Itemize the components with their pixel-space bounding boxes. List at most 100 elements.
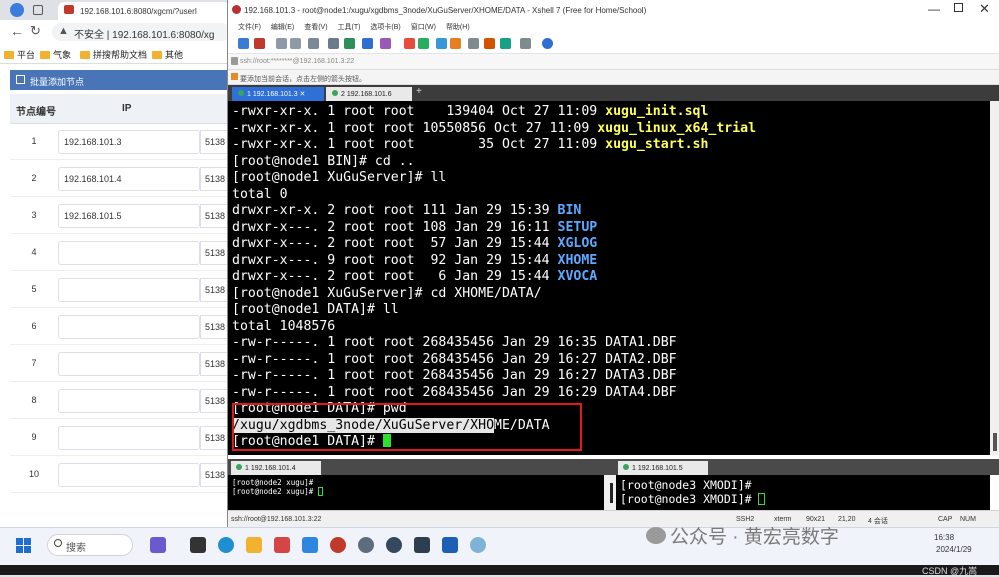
font-icon[interactable]	[380, 38, 391, 49]
port-input[interactable]: 5138	[200, 130, 230, 154]
terminal-icon[interactable]	[414, 537, 430, 553]
clock-time[interactable]: 16:38	[934, 533, 954, 542]
app-icon[interactable]	[302, 537, 318, 553]
bookmark-docs[interactable]: 拼搜帮助文档	[80, 48, 147, 61]
open-icon[interactable]	[254, 38, 265, 49]
terminal-line: drwxr-x---. 2 root root 6 Jan 29 15:44 X…	[232, 269, 598, 284]
pane-tab-node3[interactable]: 1 192.168.101.5	[618, 461, 708, 475]
app-icon[interactable]	[470, 537, 486, 553]
ip-input[interactable]: 192.168.101.3	[58, 130, 200, 154]
menu-help[interactable]: 帮助(H)	[446, 24, 470, 31]
port-input[interactable]: 5138	[200, 352, 230, 376]
menu-tools[interactable]: 工具(T)	[338, 24, 361, 31]
ip-input[interactable]	[58, 426, 200, 450]
port-input[interactable]: 5138	[200, 204, 230, 228]
xftp-icon[interactable]	[404, 38, 415, 49]
node-number: 5	[31, 284, 37, 294]
ip-input[interactable]	[58, 315, 200, 339]
ip-input[interactable]	[58, 389, 200, 413]
xshell-taskbar-icon[interactable]	[330, 537, 346, 553]
compose-icon[interactable]	[344, 38, 355, 49]
port-input[interactable]: 5138	[200, 167, 230, 191]
bookmark-other[interactable]: 其他	[152, 48, 183, 61]
ip-input[interactable]: 192.168.101.4	[58, 167, 200, 191]
menu-window[interactable]: 窗口(W)	[411, 24, 436, 31]
terminal-line: total 1048576	[232, 318, 336, 334]
add-tab-button[interactable]: +	[416, 86, 422, 97]
session-address-bar[interactable]: ssh://root:********@192.168.101.3:22	[228, 54, 999, 70]
status-sessions: 4 会话	[868, 518, 888, 525]
widget-icon[interactable]	[150, 537, 166, 553]
settings-icon[interactable]	[358, 537, 374, 553]
maximize-icon[interactable]	[954, 3, 963, 12]
tunnel-icon[interactable]	[418, 38, 429, 49]
cursor	[317, 487, 323, 496]
bookmark-platform[interactable]: 平台	[4, 48, 35, 61]
reload-icon[interactable]: ↻	[30, 23, 41, 39]
globe-icon[interactable]	[362, 38, 373, 49]
menu-edit[interactable]: 编辑(E)	[271, 24, 294, 31]
port-input[interactable]: 5138	[200, 463, 230, 487]
port-input[interactable]: 5138	[200, 241, 230, 265]
node-number: 1	[31, 136, 37, 146]
task-view-icon[interactable]	[190, 537, 206, 553]
ip-input[interactable]	[58, 463, 200, 487]
app-icon[interactable]	[274, 537, 290, 553]
warning-icon[interactable]: ▲	[58, 25, 69, 37]
terminal-line: -rw-r-----. 1 root root 268435456 Jan 29…	[232, 384, 677, 400]
terminal-scrollbar[interactable]	[990, 101, 999, 455]
keyboard-icon[interactable]	[436, 38, 447, 49]
back-arrow-icon[interactable]: ←	[10, 23, 24, 39]
terminal-pane-node3[interactable]: [root@node3 XMODI]# [root@node3 XMODI]#	[616, 475, 990, 510]
port-input[interactable]: 5138	[200, 315, 230, 339]
lock-icon[interactable]	[450, 38, 461, 49]
highlight-icon[interactable]	[484, 38, 495, 49]
menu-file[interactable]: 文件(F)	[238, 24, 261, 31]
clock-date[interactable]: 2024/1/29	[936, 545, 972, 554]
tab-actions-icon[interactable]	[33, 5, 43, 15]
ip-input[interactable]	[58, 278, 200, 302]
app-icon[interactable]	[386, 537, 402, 553]
terminal-line: -rw-r-----. 1 root root 268435456 Jan 29…	[232, 335, 677, 350]
port-input[interactable]: 5138	[200, 278, 230, 302]
copy-icon[interactable]	[276, 38, 287, 49]
scrollbar-thumb[interactable]	[993, 433, 997, 451]
browser-tab[interactable]: 192.168.101.6:8080/xgcm/?userI	[58, 2, 230, 20]
minimize-icon[interactable]: —	[928, 2, 940, 16]
pane-tab-node2[interactable]: 1 192.168.101.4	[231, 461, 321, 475]
status-num: NUM	[960, 516, 976, 523]
terminal-pane-node2[interactable]: [root@node2 xugu]# [root@node2 xugu]#	[228, 475, 604, 510]
ip-input[interactable]: 192.168.101.5	[58, 204, 200, 228]
terminal[interactable]: -rwxr-xr-x. 1 root root 139404 Oct 27 11…	[228, 101, 990, 455]
properties-icon[interactable]	[308, 38, 319, 49]
browser-profile-icon[interactable]	[10, 3, 24, 17]
table-row: 9 5138	[10, 420, 230, 456]
address-bar[interactable]: 不安全 | 192.168.101.6:8080/xg	[52, 23, 230, 41]
pane-scrollbar[interactable]	[610, 483, 613, 503]
script-icon[interactable]	[468, 38, 479, 49]
bookmark-weather[interactable]: 气象	[40, 48, 71, 61]
options-icon[interactable]	[520, 38, 531, 49]
port-input[interactable]: 5138	[200, 426, 230, 450]
tab-session-1[interactable]: 1 192.168.101.3 ✕	[232, 87, 324, 101]
node-number: 3	[31, 210, 37, 220]
edge-icon[interactable]	[218, 537, 234, 553]
file-explorer-icon[interactable]	[246, 537, 262, 553]
arrow-icon[interactable]	[231, 73, 238, 80]
tab-session-2[interactable]: 2 192.168.101.6	[326, 87, 412, 101]
typora-icon[interactable]	[442, 537, 458, 553]
find-icon[interactable]	[328, 38, 339, 49]
layout-icon[interactable]	[500, 38, 511, 49]
paste-icon[interactable]	[290, 38, 301, 49]
help-icon[interactable]	[542, 38, 553, 49]
ip-input[interactable]	[58, 241, 200, 265]
port-input[interactable]: 5138	[200, 389, 230, 413]
new-session-icon[interactable]	[238, 38, 249, 49]
csdn-watermark: CSDN @九嵩	[922, 566, 978, 576]
close-icon[interactable]: ✕	[979, 1, 990, 17]
menu-view[interactable]: 查看(V)	[304, 24, 327, 31]
menu-tab[interactable]: 选项卡(B)	[370, 24, 400, 31]
ip-input[interactable]	[58, 352, 200, 376]
table-row: 2 192.168.101.4 5138	[10, 161, 230, 197]
windows-start-icon[interactable]	[16, 538, 32, 554]
